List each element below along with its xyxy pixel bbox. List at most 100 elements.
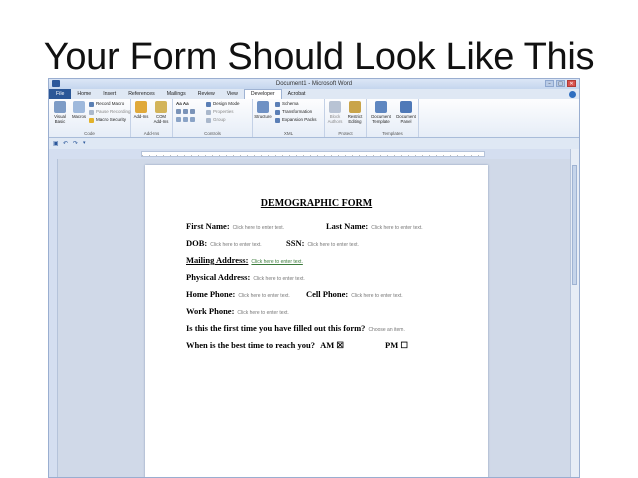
schema-button[interactable]: Schema: [275, 101, 299, 107]
block-authors-icon: [329, 101, 341, 113]
physical-address-field[interactable]: Click here to enter text.: [253, 276, 304, 282]
last-name-field[interactable]: Click here to enter text.: [371, 225, 422, 231]
ribbon-tabs: File Home Insert References Mailings Rev…: [49, 89, 579, 99]
design-mode-button[interactable]: Design Mode: [206, 101, 240, 107]
dob-field[interactable]: Click here to enter text.: [210, 242, 261, 248]
window-title: Document1 - Microsoft Word: [275, 81, 353, 87]
vertical-scrollbar[interactable]: [570, 149, 579, 477]
pause-recording-button[interactable]: Pause Recording: [89, 109, 131, 115]
home-phone-label: Home Phone:: [186, 289, 236, 299]
com-addins-button[interactable]: COM Add-Ins: [151, 101, 171, 124]
last-name-row: Last Name: Click here to enter text.: [326, 221, 423, 231]
design-mode-icon: [206, 101, 211, 107]
horizontal-ruler[interactable]: [141, 151, 485, 157]
group-templates: Document Template Document Panel Templat…: [367, 99, 419, 137]
first-name-field[interactable]: Click here to enter text.: [233, 225, 284, 231]
structure-button[interactable]: Structure: [253, 101, 273, 119]
mailing-address-field[interactable]: Click here to enter text.: [251, 259, 302, 265]
document-template-icon: [375, 101, 387, 113]
home-phone-row: Home Phone: Click here to enter text.: [186, 289, 290, 299]
cell-phone-label: Cell Phone:: [306, 289, 349, 299]
legacy-tools-icon: [190, 117, 195, 122]
transformation-icon: [275, 109, 280, 115]
group-label-addins: Add-Ins: [143, 131, 160, 136]
tab-review[interactable]: Review: [192, 89, 221, 99]
cell-phone-field[interactable]: Click here to enter text.: [351, 293, 402, 299]
tab-file[interactable]: File: [49, 89, 72, 99]
record-macro-icon: [89, 101, 94, 107]
tab-references[interactable]: References: [122, 89, 161, 99]
group-label-xml: XML: [283, 131, 294, 136]
customize-toolbar-icon[interactable]: ▾: [83, 140, 86, 147]
dob-row: DOB: Click here to enter text.: [186, 238, 262, 248]
cell-phone-row: Cell Phone: Click here to enter text.: [306, 289, 403, 299]
addins-button[interactable]: Add-Ins: [131, 101, 151, 119]
macros-icon: [73, 101, 85, 113]
tab-developer[interactable]: Developer: [243, 89, 282, 99]
group-icon: [206, 117, 211, 123]
pm-checkbox[interactable]: PM ☐: [385, 340, 408, 350]
physical-address-row: Physical Address: Click here to enter tex…: [186, 272, 305, 282]
expansion-packs-button[interactable]: Expansion Packs: [275, 117, 317, 123]
scrollbar-thumb[interactable]: [572, 165, 577, 285]
visual-basic-button[interactable]: Visual Basic: [50, 101, 70, 124]
ssn-label: SSN:: [286, 238, 305, 248]
physical-address-label: Physical Address:: [186, 272, 251, 282]
work-phone-row: Work Phone: Click here to enter text.: [186, 306, 289, 316]
text-control-buttons[interactable]: Aa Aa: [176, 101, 189, 107]
first-name-label: First Name:: [186, 221, 230, 231]
control-icons-row-1[interactable]: [176, 109, 197, 114]
word-window: Document1 - Microsoft Word – □ ✕ File Ho…: [48, 78, 580, 478]
ssn-field[interactable]: Click here to enter text.: [307, 242, 358, 248]
structure-icon: [257, 101, 269, 113]
checkbox-control-icon: [176, 109, 181, 114]
minimize-button[interactable]: –: [545, 80, 554, 87]
tab-acrobat[interactable]: Acrobat: [282, 89, 312, 99]
undo-icon[interactable]: ↶: [63, 140, 68, 147]
document-panel-icon: [400, 101, 412, 113]
last-name-label: Last Name:: [326, 221, 369, 231]
document-page[interactable]: DEMOGRAPHIC FORM First Name: Click here t…: [145, 165, 488, 477]
maximize-button[interactable]: □: [556, 80, 565, 87]
macros-button[interactable]: Macros: [69, 101, 89, 119]
block-authors-button[interactable]: Block Authors: [325, 101, 345, 124]
pause-icon: [89, 109, 94, 115]
record-macro-button[interactable]: Record Macro: [89, 101, 124, 107]
help-icon[interactable]: [569, 90, 576, 98]
dob-label: DOB:: [186, 238, 208, 248]
expansion-packs-icon: [275, 117, 280, 123]
schema-icon: [275, 101, 280, 107]
save-icon[interactable]: ▣: [53, 140, 59, 147]
document-panel-button[interactable]: Document Panel: [394, 101, 418, 124]
best-time-row: When is the best time to reach you? AM ☒: [186, 340, 344, 351]
com-addins-icon: [155, 101, 167, 113]
title-bar: Document1 - Microsoft Word – □ ✕: [49, 79, 579, 89]
group-code: Visual Basic Macros Record Macro Pause R…: [49, 99, 131, 137]
tab-insert[interactable]: Insert: [97, 89, 122, 99]
transformation-button[interactable]: Transformation: [275, 109, 312, 115]
first-time-dropdown[interactable]: Choose an item.: [368, 327, 404, 333]
macro-security-button[interactable]: Macro Security: [89, 117, 126, 123]
redo-icon[interactable]: ↷: [73, 140, 78, 147]
group-label-controls: Controls: [204, 131, 221, 136]
document-template-button[interactable]: Document Template: [369, 101, 393, 124]
restrict-editing-button[interactable]: Restrict Editing: [345, 101, 365, 124]
tab-mailings[interactable]: Mailings: [161, 89, 192, 99]
close-button[interactable]: ✕: [567, 80, 576, 87]
control-icons-row-2[interactable]: [176, 117, 197, 122]
properties-icon: [206, 109, 211, 115]
work-phone-field[interactable]: Click here to enter text.: [237, 310, 288, 316]
group-button[interactable]: Group: [206, 117, 226, 123]
ribbon: Visual Basic Macros Record Macro Pause R…: [49, 99, 579, 138]
best-time-question: When is the best time to reach you?: [186, 340, 315, 350]
tab-home[interactable]: Home: [71, 89, 97, 99]
first-name-row: First Name: Click here to enter text.: [186, 221, 284, 231]
properties-button[interactable]: Properties: [206, 109, 234, 115]
mailing-address-row: Mailing Address: Click here to enter text…: [186, 255, 303, 265]
am-checkbox[interactable]: AM ☒: [320, 340, 344, 350]
vertical-ruler[interactable]: [49, 159, 58, 477]
horizontal-ruler-bar: [49, 149, 579, 159]
work-phone-label: Work Phone:: [186, 306, 235, 316]
tab-view[interactable]: View: [221, 89, 244, 99]
home-phone-field[interactable]: Click here to enter text.: [238, 293, 289, 299]
